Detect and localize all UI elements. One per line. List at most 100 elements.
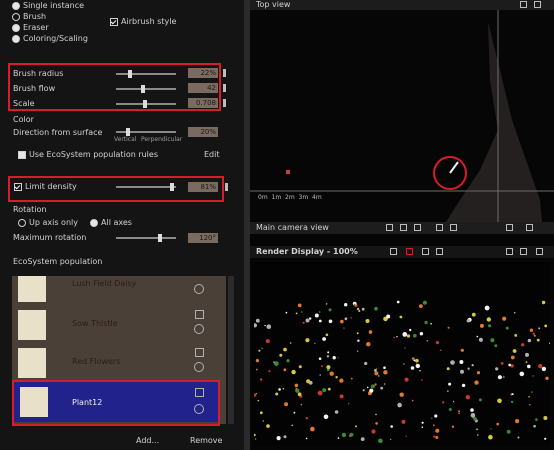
zoom-icon[interactable] xyxy=(520,1,527,8)
use-ecosystem-rules-checkbox[interactable]: Use EcoSystem population rules xyxy=(18,150,158,159)
plant-speck xyxy=(326,365,331,370)
render-region-icon[interactable] xyxy=(406,248,413,255)
lock-icon[interactable] xyxy=(223,69,226,77)
plant-speck xyxy=(344,303,348,307)
direction-slider-thumb[interactable] xyxy=(126,128,130,136)
plant-speck xyxy=(452,400,455,403)
radio-button[interactable] xyxy=(194,284,204,294)
plant-speck xyxy=(465,395,470,400)
add-button[interactable]: Add... xyxy=(136,436,159,445)
population-scrollbar[interactable] xyxy=(228,276,234,424)
max-rotation-slider[interactable] xyxy=(116,237,176,239)
camera-icon[interactable] xyxy=(450,224,457,231)
plant-speck xyxy=(318,311,321,313)
lock-icon[interactable] xyxy=(225,183,228,191)
plant-speck xyxy=(459,360,464,364)
list-item[interactable]: Sow Thistle xyxy=(12,306,218,344)
plant-speck xyxy=(300,403,303,406)
render-option-icon[interactable] xyxy=(422,248,429,255)
plant-speck xyxy=(421,421,424,424)
top-view-title: Top view xyxy=(256,0,291,9)
plant-speck xyxy=(283,368,287,372)
plant-speck xyxy=(374,369,377,372)
radio-button[interactable] xyxy=(12,23,20,32)
plant-speck xyxy=(356,332,359,335)
max-rotation-value[interactable]: 120° xyxy=(188,233,218,243)
plant-speck xyxy=(295,312,298,315)
plant-speck xyxy=(448,382,452,386)
rotation-all-axes[interactable]: All axes xyxy=(90,218,132,227)
plant-speck xyxy=(413,333,417,338)
plant-speck xyxy=(430,323,432,325)
plant-speck xyxy=(396,336,398,338)
radio-button[interactable] xyxy=(12,12,20,21)
settings-icon[interactable] xyxy=(436,224,443,231)
plant-speck xyxy=(545,376,549,380)
display-mode-icon[interactable] xyxy=(506,224,513,231)
rotation-title: Rotation xyxy=(13,205,47,214)
save-icon[interactable] xyxy=(520,248,527,255)
plant-speck xyxy=(375,422,378,425)
direction-slider[interactable] xyxy=(116,131,176,133)
checkbox[interactable] xyxy=(18,150,26,159)
brush-cursor-icon xyxy=(449,161,459,174)
plant-speck xyxy=(305,437,308,440)
plant-speck xyxy=(490,428,492,430)
plant-speck xyxy=(517,436,520,439)
plant-speck xyxy=(535,418,538,421)
plant-speck xyxy=(276,436,281,441)
plant-speck xyxy=(450,360,455,365)
plant-speck xyxy=(358,310,361,312)
mode-single-instance[interactable]: Single instance xyxy=(12,1,84,10)
rotate-icon[interactable] xyxy=(414,224,421,231)
plant-thumbnail xyxy=(18,310,46,340)
display-mode-icon[interactable] xyxy=(506,248,513,255)
plant-speck xyxy=(409,328,412,332)
scale-bar: 0m 1m 2m 3m 4m xyxy=(258,194,322,201)
zoom-icon[interactable] xyxy=(386,224,393,231)
settings-icon[interactable] xyxy=(534,1,541,8)
mode-eraser[interactable]: Eraser xyxy=(12,23,49,32)
expand-icon[interactable] xyxy=(536,248,543,255)
plant-speck xyxy=(486,317,491,322)
plant-speck xyxy=(343,327,345,329)
lock-icon[interactable] xyxy=(223,84,226,92)
radio-button[interactable] xyxy=(194,362,204,372)
mode-brush[interactable]: Brush xyxy=(12,12,46,21)
plant-speck xyxy=(265,339,270,344)
edit-button[interactable]: Edit xyxy=(204,150,220,159)
plant-speck xyxy=(278,388,281,391)
airbrush-style-checkbox[interactable]: Airbrush style xyxy=(110,17,176,26)
rotation-up-axis-only[interactable]: Up axis only xyxy=(18,218,78,227)
plant-speck xyxy=(302,321,305,324)
plant-speck xyxy=(476,335,479,338)
plant-speck xyxy=(337,437,340,439)
radio-button[interactable] xyxy=(90,218,98,227)
list-item[interactable]: Red Flowers xyxy=(12,344,218,382)
max-rotation-slider-thumb[interactable] xyxy=(158,234,162,242)
checkbox[interactable] xyxy=(195,310,204,319)
render-canvas xyxy=(252,262,551,446)
radio-button[interactable] xyxy=(194,324,204,334)
plant-speck xyxy=(525,352,529,357)
radio-button[interactable] xyxy=(18,218,26,227)
radio-button[interactable] xyxy=(12,34,20,43)
plant-speck xyxy=(460,348,464,352)
top-view-canvas[interactable]: 0m 1m 2m 3m 4m xyxy=(250,10,554,222)
render-option-icon[interactable] xyxy=(390,248,397,255)
mode-coloring-scaling[interactable]: Coloring/Scaling xyxy=(12,34,88,43)
radio-button[interactable] xyxy=(12,1,20,10)
render-option-icon[interactable] xyxy=(436,248,443,255)
plant-speck xyxy=(447,326,450,329)
plant-speck xyxy=(286,359,290,363)
checkbox[interactable] xyxy=(195,348,204,357)
expand-icon[interactable] xyxy=(526,224,533,231)
rendered-plants xyxy=(252,300,551,444)
direction-value[interactable]: 20% xyxy=(188,127,218,137)
plant-speck xyxy=(406,334,411,338)
plant-speck xyxy=(284,402,289,407)
lock-icon[interactable] xyxy=(223,99,226,107)
remove-button[interactable]: Remove xyxy=(190,436,222,445)
pan-icon[interactable] xyxy=(400,224,407,231)
checkbox[interactable] xyxy=(110,17,118,26)
